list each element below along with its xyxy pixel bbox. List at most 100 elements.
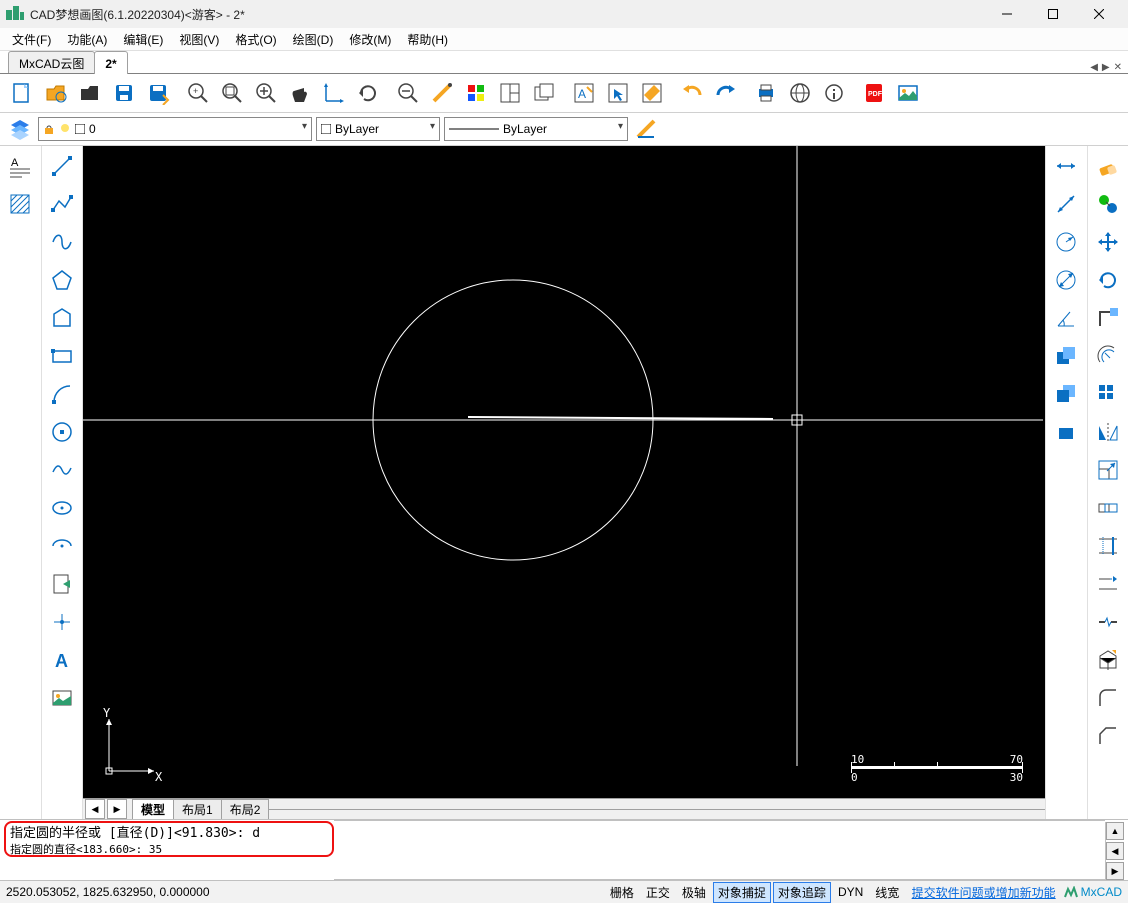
point-icon[interactable] <box>46 606 78 638</box>
zoom-extents-button[interactable] <box>216 77 248 109</box>
copy-back-icon[interactable] <box>1050 340 1082 372</box>
menu-func[interactable]: 功能(A) <box>59 29 115 50</box>
chamfer-icon[interactable] <box>1092 720 1124 752</box>
zoom-in-button[interactable] <box>250 77 282 109</box>
tab-layout2[interactable]: 布局2 <box>221 799 270 819</box>
text-a-icon[interactable]: A <box>46 644 78 676</box>
spline2-icon[interactable] <box>46 454 78 486</box>
rectangle-icon[interactable] <box>46 340 78 372</box>
zoom-window-button[interactable]: + <box>182 77 214 109</box>
ellipse-icon[interactable] <box>46 492 78 524</box>
status-osnap[interactable]: 对象捕捉 <box>713 882 771 903</box>
regen-button[interactable] <box>352 77 384 109</box>
menu-edit[interactable]: 编辑(E) <box>115 29 171 50</box>
cmd-scroll-up-button[interactable]: ▲ <box>1106 822 1124 840</box>
copy-icon[interactable] <box>1092 188 1124 220</box>
close-button[interactable] <box>1076 0 1122 28</box>
tab-model[interactable]: 模型 <box>132 799 174 819</box>
offset-icon[interactable] <box>1092 340 1124 372</box>
explode-icon[interactable] <box>1092 644 1124 676</box>
menu-format[interactable]: 格式(O) <box>227 29 284 50</box>
image-insert-icon[interactable] <box>46 682 78 714</box>
status-grid[interactable]: 栅格 <box>605 882 639 903</box>
block-icon[interactable] <box>1050 416 1082 448</box>
copy-front-icon[interactable] <box>1050 378 1082 410</box>
layer-selector[interactable]: 0 <box>38 117 312 141</box>
image-button[interactable] <box>892 77 924 109</box>
zoom-out-button[interactable] <box>392 77 424 109</box>
ellipse-arc-icon[interactable] <box>46 530 78 562</box>
erase-icon[interactable] <box>1092 150 1124 182</box>
trim-icon[interactable] <box>1092 530 1124 562</box>
hatch-area-button[interactable] <box>4 188 36 220</box>
maximize-button[interactable] <box>1030 0 1076 28</box>
window-copy-button[interactable] <box>528 77 560 109</box>
extend-icon[interactable] <box>1092 568 1124 600</box>
text-align-button[interactable]: A <box>4 150 36 182</box>
dim-radius-icon[interactable] <box>1050 226 1082 258</box>
cmd-scroll-left-button[interactable]: ◀ <box>1106 842 1124 860</box>
tab-active[interactable]: 2* <box>94 51 127 74</box>
new-file-button[interactable] <box>6 77 38 109</box>
circle-icon[interactable] <box>46 416 78 448</box>
fillet-icon[interactable] <box>1092 682 1124 714</box>
stretch-icon[interactable] <box>1092 492 1124 524</box>
draw-color-button[interactable] <box>632 116 660 142</box>
model-tab-next-button[interactable]: ▶ <box>107 799 127 819</box>
feedback-link[interactable]: 提交软件问题或增加新功能 <box>912 884 1056 901</box>
text-style-button[interactable]: A <box>568 77 600 109</box>
dim-aligned-icon[interactable] <box>1050 188 1082 220</box>
redo-button[interactable] <box>710 77 742 109</box>
corner-icon[interactable] <box>1092 302 1124 334</box>
pan-button[interactable] <box>284 77 316 109</box>
status-ortho[interactable]: 正交 <box>641 882 675 903</box>
save-as-button[interactable] <box>142 77 174 109</box>
tab-cloud[interactable]: MxCAD云图 <box>8 51 95 73</box>
tab-layout1[interactable]: 布局1 <box>173 799 222 819</box>
block-insert-icon[interactable] <box>46 568 78 600</box>
arc-icon[interactable] <box>46 378 78 410</box>
menu-view[interactable]: 视图(V) <box>171 29 227 50</box>
tab-scroll-left-icon[interactable]: ◀ <box>1090 62 1098 73</box>
mirror-icon[interactable] <box>1092 416 1124 448</box>
move-icon[interactable] <box>1092 226 1124 258</box>
command-line-2[interactable]: 指定圆的直径<183.660>: 35 <box>10 841 328 857</box>
linetype-selector[interactable]: ByLayer <box>444 117 628 141</box>
break-icon[interactable] <box>1092 606 1124 638</box>
print-button[interactable] <box>750 77 782 109</box>
menu-draw[interactable]: 绘图(D) <box>285 29 342 50</box>
undo-button[interactable] <box>676 77 708 109</box>
dim-diameter-icon[interactable] <box>1050 264 1082 296</box>
layers-button[interactable] <box>460 77 492 109</box>
minimize-button[interactable] <box>984 0 1030 28</box>
menu-modify[interactable]: 修改(M) <box>341 29 399 50</box>
status-otrack[interactable]: 对象追踪 <box>773 882 831 903</box>
dim-angle-icon[interactable] <box>1050 302 1082 334</box>
open-file-button[interactable] <box>74 77 106 109</box>
dim-linear-icon[interactable] <box>1050 150 1082 182</box>
status-lwt[interactable]: 线宽 <box>870 882 904 903</box>
viewport-button[interactable] <box>494 77 526 109</box>
status-polar[interactable]: 极轴 <box>677 882 711 903</box>
export-pdf-button[interactable]: PDF <box>858 77 890 109</box>
zoom-draw-button[interactable] <box>426 77 458 109</box>
shape-icon[interactable] <box>46 302 78 334</box>
spline-icon[interactable] <box>46 226 78 258</box>
web-button[interactable] <box>784 77 816 109</box>
color-selector[interactable]: ByLayer <box>316 117 440 141</box>
polygon-icon[interactable] <box>46 264 78 296</box>
menu-file[interactable]: 文件(F) <box>4 29 59 50</box>
coord-button[interactable] <box>318 77 350 109</box>
menu-help[interactable]: 帮助(H) <box>399 29 456 50</box>
save-button[interactable] <box>108 77 140 109</box>
status-dyn[interactable]: DYN <box>833 883 868 901</box>
line-icon[interactable] <box>46 150 78 182</box>
layer-stack-button[interactable] <box>6 116 34 142</box>
drawing-canvas[interactable]: X Y 1070 030 <box>83 146 1045 798</box>
tab-close-icon[interactable]: ✕ <box>1114 62 1122 73</box>
rotate-icon[interactable] <box>1092 264 1124 296</box>
select-clean-button[interactable] <box>636 77 668 109</box>
properties-button[interactable] <box>818 77 850 109</box>
scale-icon[interactable] <box>1092 454 1124 486</box>
tab-scroll-right-icon[interactable]: ▶ <box>1102 62 1110 73</box>
